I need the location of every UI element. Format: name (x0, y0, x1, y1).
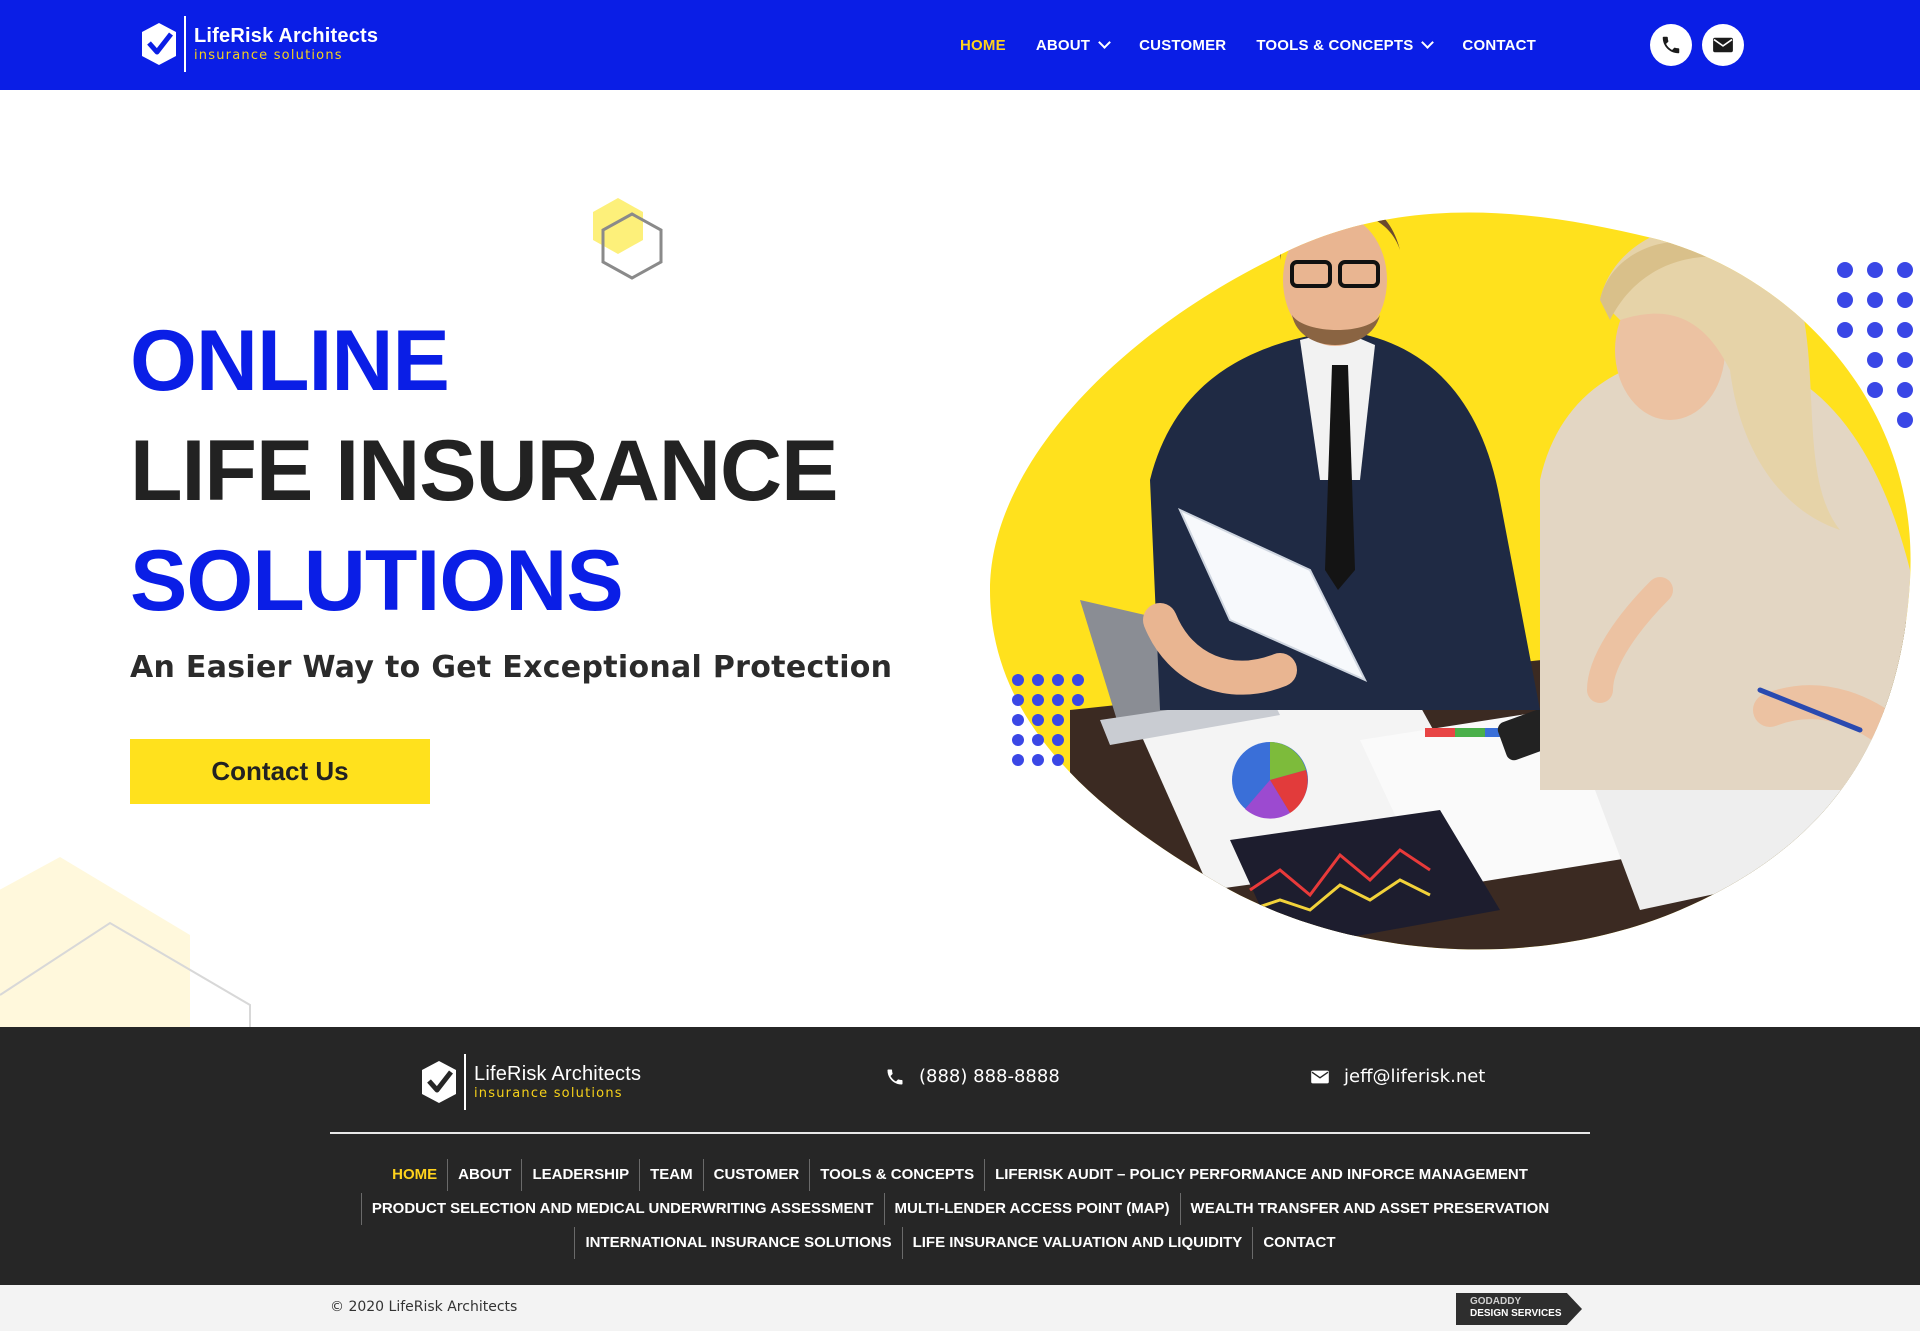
pie-chart-illustration (1232, 742, 1308, 819)
nav-contact[interactable]: CONTACT (1462, 37, 1536, 54)
footer-email[interactable]: jeff@liferisk.net (1310, 1066, 1485, 1087)
footer-links-row-1: HOME ABOUT LEADERSHIP TEAM CUSTOMER TOOL… (0, 1159, 1920, 1191)
footer-link-leadership[interactable]: LEADERSHIP (521, 1159, 639, 1191)
hexagon-decoration (593, 198, 663, 280)
hero-title-line-3: SOLUTIONS (130, 533, 624, 629)
footer-phone[interactable]: (888) 888-8888 (885, 1066, 1060, 1087)
godaddy-badge[interactable]: GODADDY DESIGN SERVICES (1456, 1293, 1582, 1325)
envelope-icon (1713, 37, 1733, 53)
footer-links-row-3: INTERNATIONAL INSURANCE SOLUTIONS LIFE I… (0, 1227, 1920, 1259)
phone-icon (1662, 36, 1680, 54)
footer-link-tools-concepts[interactable]: TOOLS & CONCEPTS (809, 1159, 984, 1191)
phone-icon (887, 1069, 903, 1084)
footer-logo-tagline: insurance solutions (474, 1086, 623, 1101)
footer-logo-brand: LifeRisk Architects (474, 1063, 642, 1085)
footer-logo[interactable]: LifeRisk Architects insurance solutions (420, 1054, 641, 1110)
shield-check-icon (422, 1061, 456, 1103)
footer-links-row-2: PRODUCT SELECTION AND MEDICAL UNDERWRITI… (0, 1193, 1920, 1225)
footer-link-customer[interactable]: CUSTOMER (702, 1159, 810, 1191)
hero-title-line-2: LIFE INSURANCE (130, 423, 838, 519)
site-footer: LifeRisk Architects insurance solutions … (0, 1027, 1920, 1285)
nav-customer[interactable]: CUSTOMER (1139, 37, 1226, 54)
footer-divider (330, 1132, 1590, 1134)
nav-home-label: HOME (960, 36, 1006, 54)
logo-tagline: insurance solutions (194, 48, 343, 63)
hexagon-outline-decoration (0, 857, 251, 1030)
footer-link-home[interactable]: HOME (382, 1159, 447, 1191)
copyright-text: © 2020 LifeRisk Architects (330, 1299, 518, 1315)
footer-link-wealth-transfer[interactable]: WEALTH TRANSFER AND ASSET PRESERVATION (1179, 1193, 1560, 1225)
footer-link-liferisk-audit[interactable]: LIFERISK AUDIT – POLICY PERFORMANCE AND … (984, 1159, 1538, 1191)
copyright-bar: © 2020 LifeRisk Architects GODADDY DESIG… (0, 1285, 1920, 1331)
main-nav: HOME ABOUT CUSTOMER TOOLS & CONCEPTS CON… (960, 0, 1566, 90)
godaddy-badge-line-1: GODADDY (1470, 1296, 1522, 1307)
footer-link-multi-lender[interactable]: MULTI-LENDER ACCESS POINT (MAP) (883, 1193, 1180, 1225)
header-phone-button[interactable] (1650, 24, 1692, 66)
footer-link-international[interactable]: INTERNATIONAL INSURANCE SOLUTIONS (574, 1227, 901, 1259)
footer-link-valuation[interactable]: LIFE INSURANCE VALUATION AND LIQUIDITY (901, 1227, 1253, 1259)
footer-link-contact[interactable]: CONTACT (1252, 1227, 1345, 1259)
nav-tools-label: TOOLS & CONCEPTS (1256, 36, 1414, 54)
nav-home[interactable]: HOME (960, 37, 1006, 54)
footer-link-team[interactable]: TEAM (639, 1159, 703, 1191)
contact-us-button[interactable]: Contact Us (130, 739, 430, 804)
shield-check-icon (142, 23, 176, 65)
logo-brand: LifeRisk Architects (194, 25, 379, 47)
footer-email-address: jeff@liferisk.net (1344, 1066, 1486, 1087)
logo-divider (184, 16, 186, 72)
nav-contact-label: CONTACT (1462, 36, 1537, 54)
logo-divider (464, 1054, 466, 1110)
footer-link-product-selection[interactable]: PRODUCT SELECTION AND MEDICAL UNDERWRITI… (360, 1193, 884, 1225)
nav-about[interactable]: ABOUT (1035, 36, 1112, 54)
hero-title-line-1: ONLINE (130, 313, 450, 409)
site-header: LifeRisk Architects insurance solutions … (0, 0, 1920, 90)
nav-customer-label: CUSTOMER (1139, 36, 1227, 54)
chevron-down-icon (1098, 36, 1112, 49)
hero-image (990, 212, 1913, 950)
header-email-button[interactable] (1702, 24, 1744, 66)
godaddy-badge-line-2: DESIGN SERVICES (1470, 1308, 1562, 1319)
hero-subtitle: An Easier Way to Get Exceptional Protect… (130, 650, 893, 685)
site-logo[interactable]: LifeRisk Architects insurance solutions (140, 16, 378, 72)
chevron-down-icon (1421, 36, 1435, 49)
footer-phone-number: (888) 888-8888 (919, 1066, 1060, 1087)
nav-tools-concepts[interactable]: TOOLS & CONCEPTS (1256, 36, 1435, 54)
envelope-icon (1311, 1070, 1329, 1083)
footer-link-about[interactable]: ABOUT (447, 1159, 521, 1191)
nav-about-label: ABOUT (1035, 36, 1091, 54)
